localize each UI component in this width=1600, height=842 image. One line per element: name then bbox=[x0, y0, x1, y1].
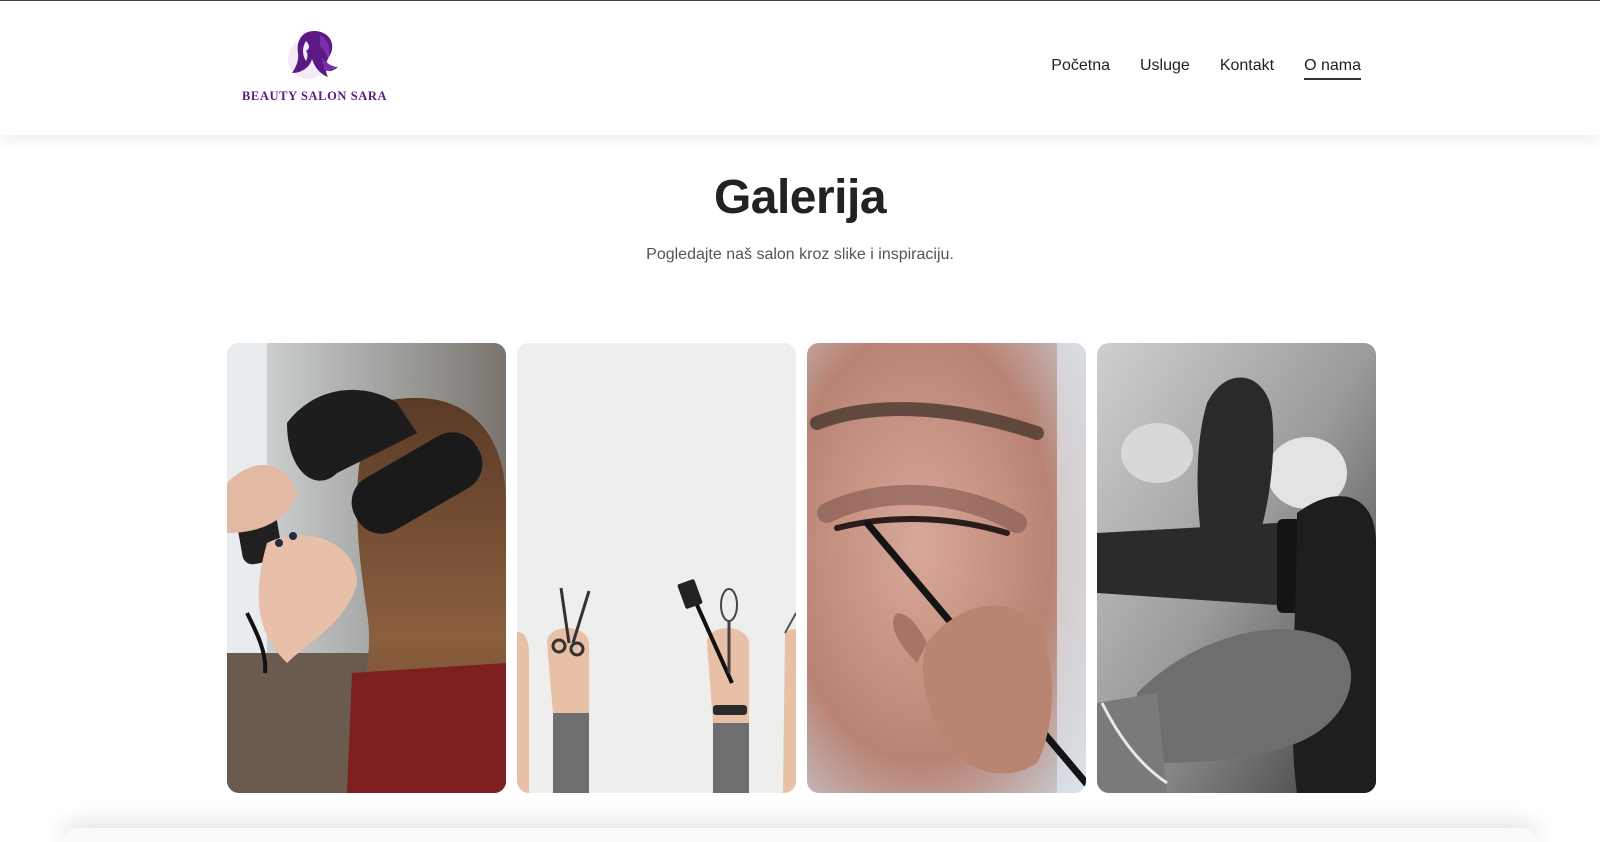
salon-tools-photo-image bbox=[517, 343, 796, 793]
nav-link-pocetna[interactable]: Početna bbox=[1051, 57, 1110, 80]
next-section-edge bbox=[60, 828, 1540, 842]
nav-link-o-nama[interactable]: O nama bbox=[1304, 57, 1361, 80]
page-title: Galerija bbox=[713, 171, 887, 224]
nav-link-kontakt[interactable]: Kontakt bbox=[1220, 57, 1274, 80]
hair-blow-dry-photo-image bbox=[227, 343, 506, 793]
gallery-photo-hair-blow-dry[interactable] bbox=[227, 343, 506, 793]
brand-logo[interactable]: BEAUTY SALON SARA bbox=[242, 25, 388, 107]
photo-gallery bbox=[227, 343, 1376, 793]
woman-silhouette-logo-icon bbox=[288, 31, 338, 79]
main-nav: Početna Usluge Kontakt O nama bbox=[1051, 57, 1361, 80]
eye-makeup-photo-image bbox=[807, 343, 1086, 793]
brand-name: BEAUTY SALON SARA bbox=[242, 89, 388, 103]
site-header: BEAUTY SALON SARA Početna Usluge Kontakt… bbox=[0, 1, 1600, 135]
gallery-photo-eye-makeup[interactable] bbox=[807, 343, 1086, 793]
nav-link-usluge[interactable]: Usluge bbox=[1140, 57, 1190, 80]
bw-hair-dryer-photo-image bbox=[1097, 343, 1376, 793]
gallery-photo-bw-styling[interactable] bbox=[1097, 343, 1376, 793]
gallery-photo-salon-tools[interactable] bbox=[517, 343, 796, 793]
page-subtitle: Pogledajte naš salon kroz slike i inspir… bbox=[646, 246, 954, 263]
